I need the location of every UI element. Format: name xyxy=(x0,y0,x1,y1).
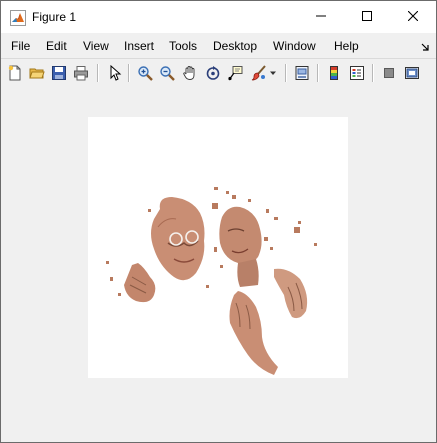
insert-colorbar-icon[interactable] xyxy=(324,63,343,82)
print-icon[interactable] xyxy=(71,63,90,82)
segmented-skin-image xyxy=(106,187,317,375)
menu-window[interactable]: Window xyxy=(273,39,316,53)
figure-window: Figure 1 File Edit View Insert Tools Des… xyxy=(0,0,437,443)
image-axes[interactable] xyxy=(88,117,348,378)
menu-edit[interactable]: Edit xyxy=(46,39,67,53)
toolbar-separator xyxy=(285,64,287,82)
menu-insert[interactable]: Insert xyxy=(124,39,154,53)
left-face-region xyxy=(151,197,205,281)
pan-hand-icon[interactable] xyxy=(180,63,199,82)
toolbar-separator xyxy=(128,64,130,82)
toolbar-separator xyxy=(317,64,319,82)
maximize-button[interactable] xyxy=(344,1,390,33)
menu-file[interactable]: File xyxy=(11,39,30,53)
menu-view[interactable]: View xyxy=(83,39,109,53)
zoom-out-icon[interactable] xyxy=(157,63,176,82)
window-title: Figure 1 xyxy=(32,10,77,24)
brush-icon[interactable] xyxy=(249,63,268,82)
edit-plot-arrow-icon[interactable] xyxy=(105,63,124,82)
hide-plot-tools-icon[interactable] xyxy=(379,63,398,82)
menu-help[interactable]: Help xyxy=(334,39,359,53)
brush-dropdown-icon[interactable] xyxy=(267,63,279,82)
minimize-button[interactable] xyxy=(298,1,344,33)
close-icon xyxy=(407,10,419,24)
dock-arrow-icon[interactable] xyxy=(420,41,430,51)
figure-canvas xyxy=(1,88,436,442)
menu-bar: File Edit View Insert Tools Desktop Wind… xyxy=(1,36,436,56)
right-face-region xyxy=(219,206,262,265)
rotate-3d-icon[interactable] xyxy=(203,63,222,82)
close-button[interactable] xyxy=(390,1,436,33)
new-figure-icon[interactable] xyxy=(5,63,24,82)
matlab-icon xyxy=(10,10,26,26)
link-plot-icon[interactable] xyxy=(292,63,311,82)
open-file-icon[interactable] xyxy=(27,63,46,82)
maximize-icon xyxy=(362,10,372,24)
figure-toolbar xyxy=(1,58,436,89)
left-hand-region xyxy=(124,263,156,303)
insert-legend-icon[interactable] xyxy=(347,63,366,82)
menu-tools[interactable]: Tools xyxy=(169,39,197,53)
right-hand-region xyxy=(229,291,278,375)
minimize-icon xyxy=(316,10,326,24)
zoom-in-icon[interactable] xyxy=(135,63,154,82)
menu-desktop[interactable]: Desktop xyxy=(213,39,257,53)
show-plot-tools-icon[interactable] xyxy=(402,63,421,82)
toolbar-separator xyxy=(372,64,374,82)
title-bar[interactable]: Figure 1 xyxy=(1,1,436,33)
save-icon[interactable] xyxy=(49,63,68,82)
data-cursor-icon[interactable] xyxy=(225,63,244,82)
toolbar-separator xyxy=(97,64,99,82)
